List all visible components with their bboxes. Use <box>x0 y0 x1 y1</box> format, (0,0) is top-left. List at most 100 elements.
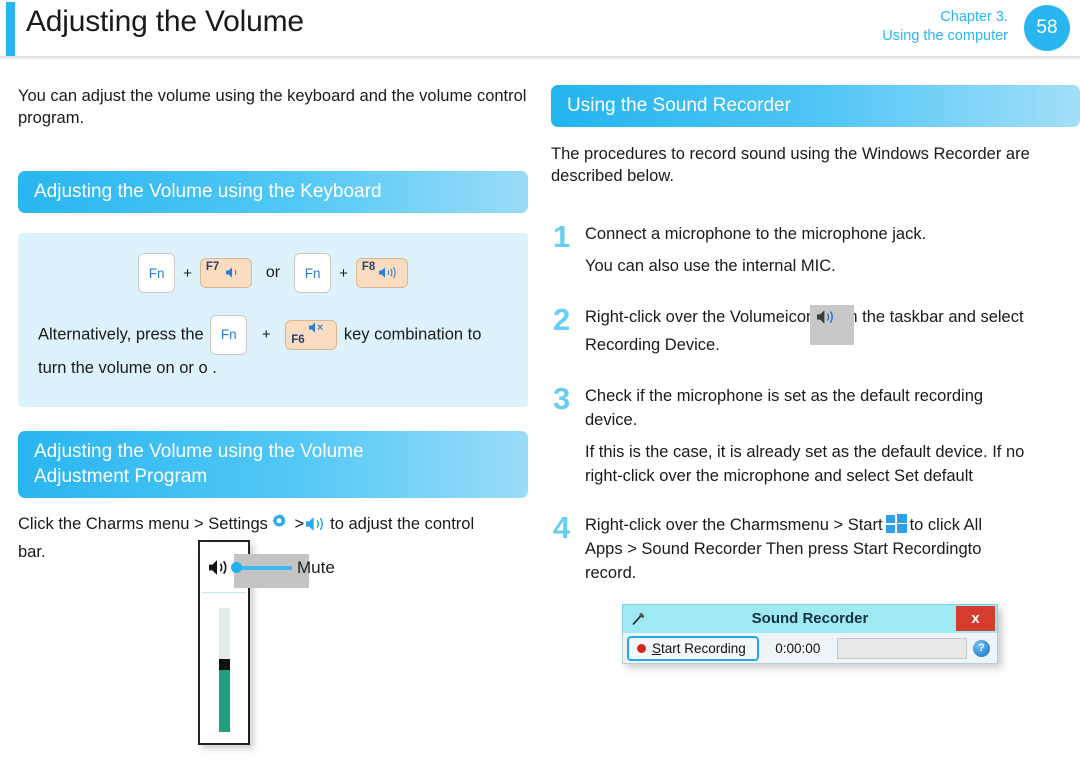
step-3-sub1: If this is the case, it is already set a… <box>585 443 1025 461</box>
step-4-text-c: Apps > Sound Recorder Then press Start R… <box>585 540 968 558</box>
step-2-number: 2 <box>553 302 571 337</box>
charms-text-after: to adjust the control <box>330 515 475 533</box>
help-icon[interactable]: ? <box>973 639 990 657</box>
windows-start-icon[interactable] <box>885 514 907 534</box>
plus-sign-2: + <box>339 264 348 282</box>
speaker-down-icon <box>225 266 242 284</box>
volume-control-widget[interactable]: Mute <box>198 540 335 745</box>
left-column: You can adjust the volume using the keyb… <box>18 85 528 564</box>
speaker-icon <box>305 515 327 540</box>
alt-text-before: Alternatively, press the <box>38 325 204 344</box>
key-f6: F6 <box>285 320 338 350</box>
recorder-title: Sound Recorder <box>751 610 869 627</box>
key-f8: F8 <box>355 258 408 288</box>
key-fn-3: Fn <box>210 315 248 355</box>
recorder-titlebar[interactable]: Sound Recorder x <box>622 604 998 633</box>
start-recording-label-rest: tart Recording <box>661 640 746 656</box>
recorder-timer: 0:00:00 <box>775 640 821 656</box>
step-4-line3: record. <box>585 564 637 582</box>
step-3-sub2: right-click over the microphone and sele… <box>585 467 973 485</box>
key-fn-label-2: Fn <box>304 265 321 281</box>
step-1-line: Connect a microphone to the microphone j… <box>585 225 927 243</box>
mute-label: Mute <box>297 558 335 577</box>
alt-text-middle: key combination to <box>343 325 482 344</box>
step-1-number: 1 <box>553 219 571 254</box>
step-4-text-b: to click All <box>909 516 983 534</box>
volume-icon-highlighted[interactable] <box>810 305 855 345</box>
key-fn-1: Fn <box>138 253 176 293</box>
taskbar-volume-icon <box>815 310 839 330</box>
section-header-program-line1: Adjusting the Volume using the Volume <box>34 441 364 462</box>
chapter-info: Chapter 3. Using the computer <box>882 8 1008 46</box>
section-header-keyboard: Adjusting the Volume using the Keyboard <box>18 171 528 213</box>
mute-callout-dot <box>231 562 242 573</box>
page-number-badge: 58 <box>1024 5 1070 51</box>
step-3-number: 3 <box>553 381 571 416</box>
step-2-text-b: on the taskbar and select <box>839 308 1024 326</box>
recorder-intro-line2: described below. <box>551 167 674 185</box>
step-4: 4 Right-click over the Charmsmenu > Star… <box>551 510 1080 585</box>
volume-slider-fill <box>219 666 230 732</box>
key-fn-label-3: Fn <box>220 327 237 342</box>
volume-widget-speaker-icon[interactable] <box>208 558 232 582</box>
key-row-primary: Fn + F7 or Fn + F8 <box>38 251 508 295</box>
step-2-body: Right-click over the Volumeicon on the ta… <box>585 305 1080 357</box>
volume-slider-thumb[interactable] <box>219 659 230 670</box>
step-4-line1: Right-click over the Charmsmenu > Start t… <box>585 514 1080 537</box>
recorder-level-meter <box>836 637 967 659</box>
alt-text-after: turn the volume on or o . <box>38 359 217 377</box>
step-3-line1: Check if the microphone is set as the de… <box>585 387 984 405</box>
speaker-mute-icon <box>308 312 327 346</box>
step-3: 3 Check if the microphone is set as the … <box>551 381 1080 488</box>
section-header-sound-recorder: Using the Sound Recorder <box>551 85 1080 127</box>
header-divider <box>0 56 1080 61</box>
step-1: 1 Connect a microphone to the microphone… <box>551 219 1080 278</box>
plus-sign-1: + <box>183 264 192 282</box>
recorder-intro-line1: The procedures to record sound using the… <box>551 145 1030 163</box>
section-header-program-line2: Adjustment Program <box>34 466 208 487</box>
record-dot-icon <box>637 643 646 653</box>
charms-text-before: Click the Charms menu > Settings <box>18 515 268 533</box>
key-fn-2: Fn <box>294 253 332 293</box>
step-2-text-a: Right-click over the Volume <box>585 308 785 326</box>
step-4-number: 4 <box>553 510 571 545</box>
plus-sign-3: + <box>261 326 271 344</box>
step-3-body: Check if the microphone is set as the de… <box>585 385 1080 488</box>
chapter-name: Using the computer <box>882 28 1008 44</box>
start-recording-label: Start Recording <box>652 641 746 656</box>
key-f7: F7 <box>199 258 252 288</box>
step-1-sub: You can also use the internal MIC. <box>585 257 836 275</box>
or-separator: or <box>265 264 281 281</box>
start-recording-label-mnemonic: S <box>652 640 662 656</box>
right-column: Using the Sound Recorder The procedures … <box>551 85 1080 585</box>
key-combination-panel: Fn + F7 or Fn + F8 Alternatively, press … <box>18 233 528 407</box>
chapter-number: Chapter 3. <box>940 9 1008 25</box>
step-4-line2: Apps > Sound Recorder Then press Start R… <box>585 538 1080 561</box>
gear-icon <box>269 513 289 540</box>
step-1-body: Connect a microphone to the microphone j… <box>585 223 1080 278</box>
start-recording-button[interactable]: Start Recording <box>627 635 759 661</box>
close-icon[interactable]: x <box>956 606 995 631</box>
step-4-text-a: Right-click over the Charms <box>585 516 788 534</box>
step-3-line2: device. <box>585 411 638 429</box>
key-fn-label: Fn <box>148 265 165 281</box>
alternative-instruction: Alternatively, press the Fn + F6 key com… <box>38 315 508 385</box>
mute-callout-line <box>234 566 292 570</box>
speaker-up-icon <box>378 266 398 284</box>
header-accent-bar <box>6 2 15 56</box>
volume-slider-track[interactable] <box>219 608 230 732</box>
recorder-toolbar: Start Recording 0:00:00 ? <box>622 633 998 664</box>
key-f6-label: F6 <box>291 334 305 346</box>
key-f8-label: F8 <box>361 261 376 273</box>
recorder-intro: The procedures to record sound using the… <box>551 143 1080 187</box>
step-2-line1: Right-click over the Volumeicon on the ta… <box>585 305 1080 345</box>
step-4-text-c2: to <box>967 540 982 558</box>
step-4-text-a2: menu > Start <box>787 516 883 534</box>
sound-recorder-window[interactable]: Sound Recorder x Start Recording 0:00:00… <box>622 604 998 664</box>
key-f7-label: F7 <box>205 261 220 273</box>
step-4-body: Right-click over the Charmsmenu > Start t… <box>585 514 1080 585</box>
section-header-program: Adjusting the Volume using the Volume Ad… <box>18 431 528 498</box>
page-title: Adjusting the Volume <box>26 5 304 38</box>
charms-gt: > <box>294 515 305 533</box>
volume-widget-divider <box>202 592 246 593</box>
